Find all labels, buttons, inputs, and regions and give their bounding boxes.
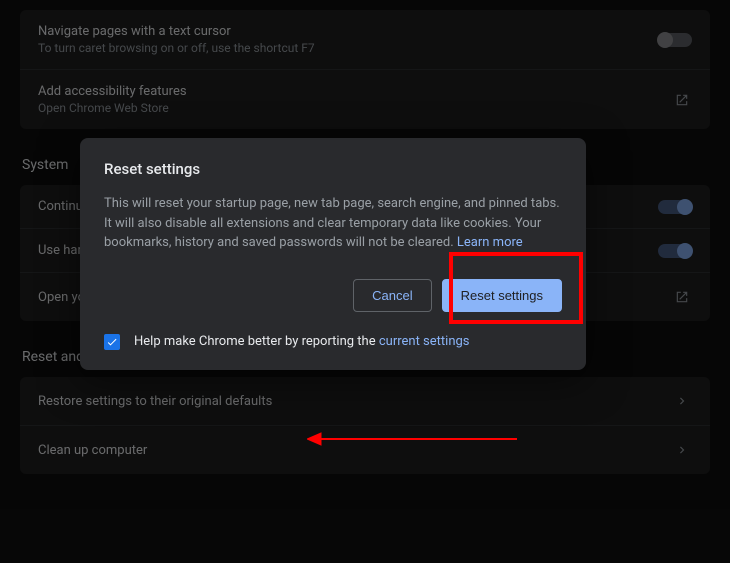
reset-settings-dialog: Reset settings This will reset your star… [80,138,586,370]
dialog-actions: Cancel Reset settings [104,279,562,312]
cancel-button[interactable]: Cancel [353,279,431,312]
report-settings-row[interactable]: Help make Chrome better by reporting the… [104,334,562,350]
report-label: Help make Chrome better by reporting the… [134,334,470,349]
learn-more-link[interactable]: Learn more [457,235,523,250]
reset-settings-button[interactable]: Reset settings [442,279,562,312]
dialog-body: This will reset your startup page, new t… [104,194,562,253]
current-settings-link[interactable]: current settings [379,334,470,349]
report-checkbox[interactable] [104,334,120,350]
dialog-title: Reset settings [104,160,562,178]
